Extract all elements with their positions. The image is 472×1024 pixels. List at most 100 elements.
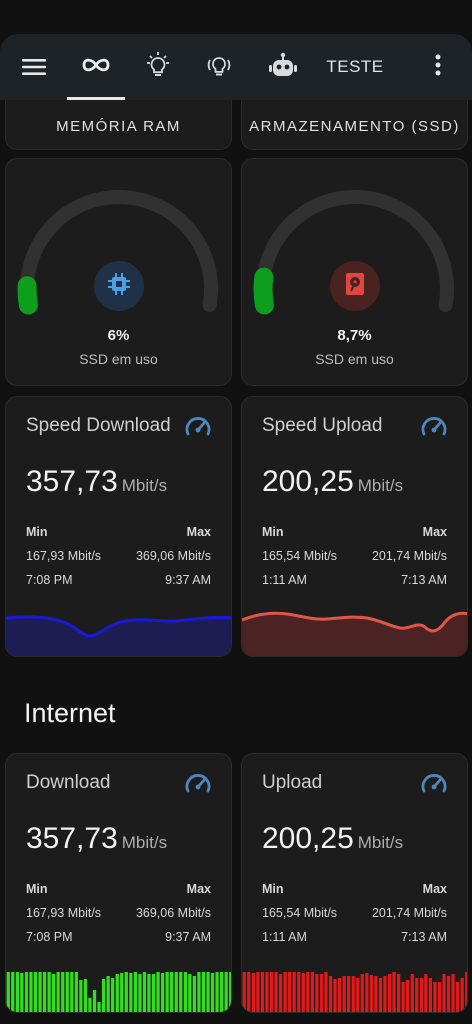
history-bar: [269, 972, 274, 1012]
history-bar: [38, 972, 42, 1012]
history-bar: [220, 972, 224, 1012]
gauge-2-label: SSD em uso: [315, 351, 394, 367]
more-options-button[interactable]: [424, 34, 452, 100]
hamburger-menu-icon[interactable]: [14, 34, 54, 100]
history-bar: [61, 972, 65, 1012]
gauge-2-fill: [253, 267, 274, 315]
history-bar: [120, 973, 124, 1012]
tab-lamp[interactable]: [196, 34, 242, 100]
history-bar: [111, 978, 115, 1012]
history-bar: [201, 972, 206, 1012]
internet-upload-card[interactable]: Upload 200,25 Mbit/s Min Max 165,54 Mbit/s…: [241, 753, 468, 1013]
history-bar: [401, 982, 405, 1012]
history-bar: [387, 974, 392, 1012]
robot-icon: [268, 52, 298, 83]
history-bar: [260, 972, 265, 1012]
history-bar: [301, 973, 305, 1012]
min-max-header: Min Max: [26, 882, 211, 896]
speed-download-graph: [6, 615, 231, 656]
history-bar: [52, 974, 56, 1012]
history-bar: [151, 974, 156, 1012]
history-bar: [229, 972, 231, 1012]
gauge-1-icon-badge: [94, 261, 144, 311]
history-bar: [56, 972, 60, 1012]
history-bar: [161, 973, 165, 1012]
history-bar: [247, 972, 251, 1012]
history-bar: [206, 972, 210, 1012]
history-bar: [183, 972, 187, 1012]
min-max-times: 7:08 PM 9:37 AM: [26, 930, 211, 944]
tab-infinity[interactable]: [67, 34, 125, 100]
history-bar: [42, 972, 47, 1012]
gauge-1-label: SSD em uso: [79, 351, 158, 367]
history-bar: [356, 978, 360, 1012]
tab-lightbulb[interactable]: [135, 34, 181, 100]
speedometer-icon: [421, 772, 447, 799]
top-app-bar: TESTE: [0, 34, 472, 100]
dots-vertical-icon: [435, 54, 441, 81]
history-bar: [278, 974, 283, 1012]
history-bar: [242, 972, 246, 1012]
history-bar: [6, 972, 10, 1012]
history-bar: [347, 976, 351, 1012]
gauge-1-fill: [17, 276, 38, 315]
history-bar: [215, 972, 219, 1012]
history-bar: [15, 972, 19, 1012]
history-bar: [315, 974, 319, 1012]
gauge-card-1[interactable]: 6% SSD em uso: [5, 158, 232, 386]
history-bar: [428, 978, 432, 1012]
history-bar: [179, 972, 183, 1012]
speed-upload-title: Speed Upload: [262, 415, 383, 436]
history-bar: [283, 972, 287, 1012]
speed-download-card[interactable]: Speed Download 357,73 Mbit/s Min Max 167,9…: [5, 396, 232, 657]
tab-teste[interactable]: TESTE: [322, 34, 388, 100]
history-bar: [210, 973, 215, 1012]
speed-upload-graph: [242, 611, 467, 656]
speedometer-icon: [185, 772, 211, 799]
history-bar: [156, 972, 160, 1012]
history-bar: [65, 972, 69, 1012]
history-bar: [33, 972, 38, 1012]
history-bar: [47, 972, 51, 1012]
history-bar: [297, 972, 301, 1012]
min-max-header: Min Max: [262, 525, 447, 539]
gauge-card-2[interactable]: 8,7% SSD em uso: [241, 158, 468, 386]
history-bar: [324, 972, 328, 1012]
internet-download-bar-graph: [6, 972, 231, 1012]
active-tab-indicator: [67, 97, 125, 100]
history-bar: [124, 972, 128, 1012]
min-max-times: 7:08 PM 9:37 AM: [26, 573, 211, 587]
history-bar: [319, 974, 324, 1012]
history-bar: [456, 982, 460, 1012]
history-bar: [188, 974, 192, 1012]
internet-download-card[interactable]: Download 357,73 Mbit/s Min Max 167,93 Mbit…: [5, 753, 232, 1013]
history-bar: [165, 972, 169, 1012]
history-bar: [369, 975, 373, 1012]
history-bar: [129, 973, 133, 1012]
history-bar: [342, 976, 346, 1012]
history-bar: [11, 972, 15, 1012]
history-bar: [437, 982, 442, 1012]
internet-upload-value: 200,25 Mbit/s: [262, 822, 404, 855]
history-bar: [24, 972, 29, 1012]
cpu-chip-icon: [107, 272, 131, 301]
history-bar: [133, 972, 137, 1012]
history-bar: [378, 978, 383, 1012]
history-bar: [265, 972, 269, 1012]
gauge-2-icon-badge: [330, 261, 380, 311]
history-bar: [442, 974, 446, 1012]
ssd-label: ARMAZENAMENTO (SSD): [249, 118, 460, 135]
history-bar: [337, 978, 342, 1012]
history-bar: [433, 982, 437, 1012]
history-bar: [446, 976, 451, 1012]
speedometer-icon: [185, 415, 211, 442]
tab-robot[interactable]: [260, 34, 306, 100]
ram-label: MEMÓRIA RAM: [56, 118, 181, 135]
history-bar: [310, 972, 314, 1012]
harddisk-icon: [344, 272, 366, 301]
speed-upload-card[interactable]: Speed Upload 200,25 Mbit/s Min Max 165,54 …: [241, 396, 468, 657]
history-bar: [306, 972, 310, 1012]
history-bar: [101, 979, 106, 1012]
history-bar: [360, 974, 364, 1012]
history-bar: [424, 974, 428, 1012]
